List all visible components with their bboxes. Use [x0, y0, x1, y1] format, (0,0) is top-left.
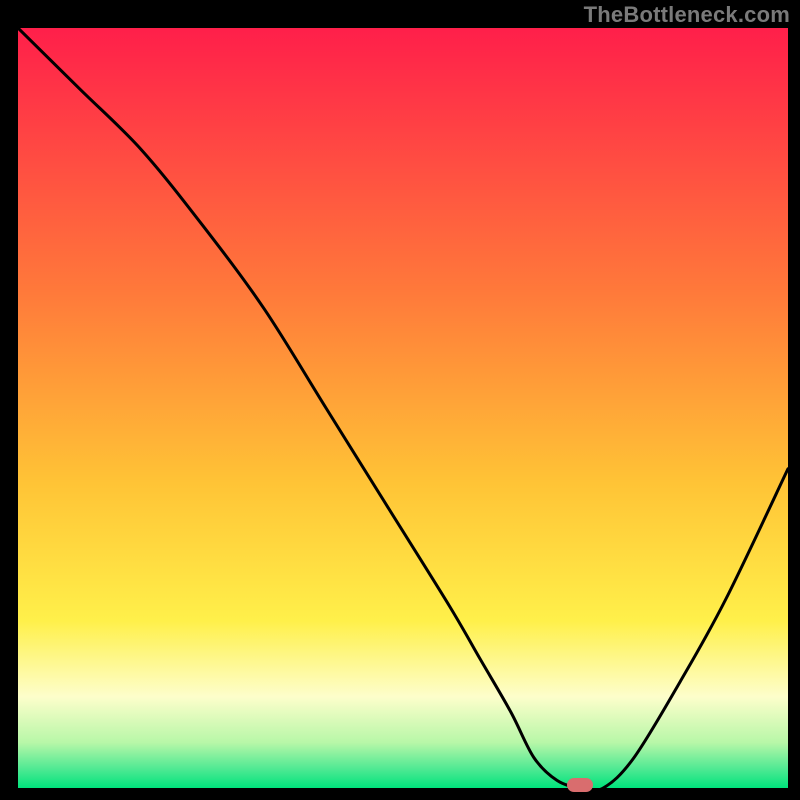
- chart-svg: [18, 28, 788, 788]
- optimal-point-marker: [567, 778, 593, 792]
- plot-area: [18, 28, 788, 788]
- watermark-text: TheBottleneck.com: [584, 2, 790, 28]
- chart-container: TheBottleneck.com: [0, 0, 800, 800]
